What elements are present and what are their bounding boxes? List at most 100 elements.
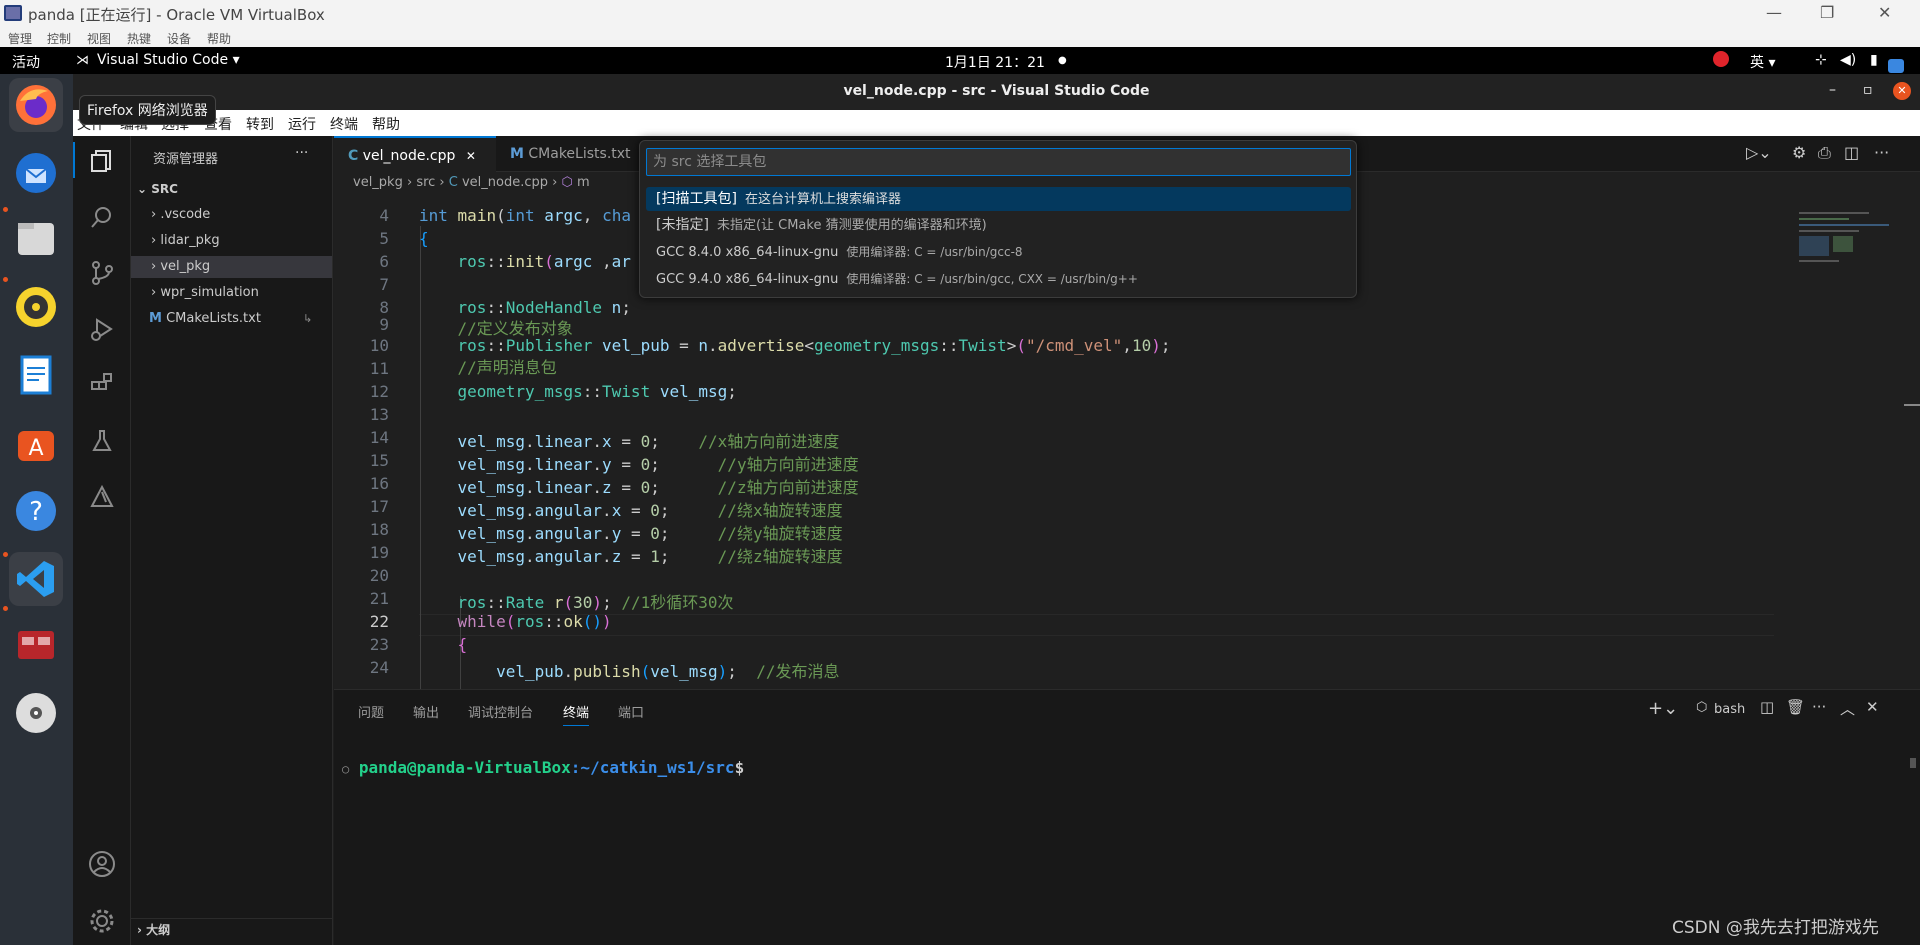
crumb-src[interactable]: src (416, 175, 435, 190)
close-button[interactable]: ✕ (1893, 82, 1911, 100)
code-line: vel_msg.linear.x = 0; //x轴方向前进速度 (457, 432, 840, 451)
minimize-button[interactable]: – (1829, 82, 1836, 98)
more-actions-icon[interactable]: ··· (1874, 143, 1889, 162)
menu-run[interactable]: 运行 (288, 114, 316, 134)
bottom-panel: 问题 输出 调试控制台 终端 端口 +⌄ ⬡ bash ◫ 🗑 ··· ︿ ✕ … (334, 689, 1920, 945)
clock[interactable]: 1月1日 21：21 (945, 52, 1045, 72)
code-line: geometry_msgs::Twist vel_msg; (457, 382, 737, 401)
activities-button[interactable]: 活动 (12, 52, 40, 72)
folder-vel-pkg[interactable]: › vel_pkg (131, 256, 332, 278)
vbox-menu-hotkey[interactable]: 热键 (127, 30, 151, 47)
sidebar-more-button[interactable]: ··· (295, 145, 308, 161)
file-cmakelists[interactable]: M CMakeLists.txt ↳ (131, 308, 332, 330)
split-terminal-icon[interactable]: ◫ (1760, 698, 1774, 716)
menu-terminal[interactable]: 终端 (330, 114, 358, 134)
run-code-icon[interactable]: ▷⌄ (1746, 143, 1772, 162)
vbox-minimize-button[interactable]: — (1766, 3, 1782, 22)
scrollbar-marker (1904, 404, 1920, 406)
maximize-button[interactable]: ▫ (1863, 82, 1873, 98)
input-method[interactable]: 英 ▾ (1750, 52, 1775, 72)
trash-icon[interactable]: 🗑 (1786, 698, 1805, 716)
maximize-panel-icon[interactable]: ︿ (1840, 698, 1855, 719)
vbox-menu-view[interactable]: 视图 (87, 30, 111, 47)
crumb-symbol[interactable]: m (577, 175, 590, 190)
battery-icon[interactable]: ▮ (1870, 52, 1878, 68)
vscode-titlebar: vel_node.cpp - src - Visual Studio Code … (73, 74, 1920, 110)
folder-root-src[interactable]: ⌄ SRC (131, 178, 332, 200)
kit-option-gcc9[interactable]: GCC 9.4.0 x86_64-linux-gnu 使用编译器: C = /us… (646, 267, 1351, 291)
explorer-sidebar: 资源管理器 ··· ⌄ SRC › .vscode › lidar_pkg › … (131, 136, 333, 945)
panel-tab-ports[interactable]: 端口 (618, 702, 644, 721)
vscode-small-icon: ⋊ (76, 53, 89, 68)
search-icon[interactable] (87, 202, 117, 232)
extensions-icon[interactable] (87, 370, 117, 400)
outline-section[interactable]: › 大纲 (131, 918, 332, 940)
dvd-icon[interactable] (9, 686, 63, 740)
new-terminal-icon[interactable]: +⌄ (1648, 698, 1678, 719)
vscode-icon[interactable] (9, 552, 63, 606)
window-title: vel_node.cpp - src - Visual Studio Code (843, 83, 1150, 99)
dock: A ? (0, 74, 73, 945)
code-line: vel_pub.publish(vel_msg); //发布消息 (496, 662, 840, 681)
terminal-prompt[interactable]: ○ panda@panda-VirtualBox:~/catkin_ws1/sr… (342, 758, 744, 777)
folder-vscode[interactable]: › .vscode (131, 204, 332, 226)
activity-bar (73, 136, 131, 945)
kit-option-gcc8[interactable]: GCC 8.4.0 x86_64-linux-gnu 使用编译器: C = /us… (646, 240, 1351, 264)
rhythmbox-icon[interactable] (9, 280, 63, 334)
help-icon[interactable]: ? (9, 484, 63, 538)
settings-gear-icon[interactable] (87, 906, 117, 936)
tab-cmakelists[interactable]: M CMakeLists.txt (496, 136, 646, 172)
account-icon[interactable] (87, 849, 117, 879)
vbox-menu-devices[interactable]: 设备 (167, 30, 191, 47)
vbox-menu-control[interactable]: 控制 (47, 30, 71, 47)
settings-icon[interactable]: ⚙ (1792, 143, 1806, 162)
thunderbird-icon[interactable] (9, 146, 63, 200)
panel-tab-output[interactable]: 输出 (413, 702, 439, 721)
close-panel-icon[interactable]: ✕ (1866, 698, 1879, 716)
more-icon[interactable]: ··· (1812, 698, 1826, 716)
cmake-icon[interactable] (87, 482, 117, 512)
terminal-app-icon[interactable] (9, 618, 63, 672)
vbox-menu-manage[interactable]: 管理 (8, 30, 32, 47)
folder-wpr-simulation[interactable]: › wpr_simulation (131, 282, 332, 304)
update-badge-icon[interactable] (1888, 59, 1904, 73)
vbox-close-button[interactable]: ✕ (1878, 3, 1891, 22)
folder-lidar-pkg[interactable]: › lidar_pkg (131, 230, 332, 252)
scrollbar[interactable] (1910, 758, 1916, 768)
build-icon[interactable]: ⎙ (1818, 143, 1831, 163)
crumb-vel-pkg[interactable]: vel_pkg (353, 175, 403, 190)
firefox-icon[interactable] (9, 78, 63, 132)
menu-go[interactable]: 转到 (246, 114, 274, 134)
cmake-file-icon: M (510, 146, 524, 162)
vbox-restore-button[interactable]: ❐ (1820, 3, 1834, 22)
app-menu[interactable]: Visual Studio Code ▾ (97, 52, 240, 68)
terminal-shell-name[interactable]: bash (1714, 702, 1745, 717)
panel-tab-terminal[interactable]: 终端 (563, 702, 590, 726)
kit-option-scan[interactable]: [扫描工具包] 在这台计算机上搜索编译器 (646, 187, 1351, 211)
explorer-icon[interactable] (87, 146, 117, 176)
code-line: int main(int argc, cha (419, 206, 631, 225)
split-editor-icon[interactable]: ◫ (1844, 143, 1859, 162)
code-line: ros::Publisher vel_pub = n.advertise<geo… (457, 336, 1171, 355)
menu-help[interactable]: 帮助 (372, 114, 400, 134)
virtualbox-icon (4, 5, 22, 21)
panel-tab-debug-console[interactable]: 调试控制台 (468, 702, 533, 721)
libreoffice-writer-icon[interactable] (9, 348, 63, 402)
no-entry-icon[interactable] (1713, 51, 1729, 67)
close-tab-icon[interactable]: ✕ (466, 149, 476, 163)
vbox-menu-help[interactable]: 帮助 (207, 30, 231, 47)
volume-icon[interactable]: ◀) (1840, 52, 1856, 68)
ubuntu-software-icon[interactable]: A (9, 416, 63, 470)
files-icon[interactable] (9, 212, 63, 266)
virtualbox-menu: 管理 控制 视图 热键 设备 帮助 (0, 28, 1920, 47)
network-icon[interactable]: ⊹ (1815, 52, 1827, 68)
panel-tab-problems[interactable]: 问题 (358, 702, 384, 721)
testing-icon[interactable] (87, 426, 117, 456)
quick-pick-input[interactable]: 为 src 选择工具包 (646, 148, 1351, 176)
minimap[interactable] (1789, 206, 1899, 689)
crumb-file[interactable]: vel_node.cpp (462, 175, 548, 190)
tab-vel-node-cpp[interactable]: C vel_node.cpp ✕ (334, 136, 496, 172)
source-control-icon[interactable] (87, 258, 117, 288)
kit-option-unspecified[interactable]: [未指定] 未指定(让 CMake 猜测要使用的编译器和环境) (646, 213, 1351, 237)
run-debug-icon[interactable] (87, 314, 117, 344)
